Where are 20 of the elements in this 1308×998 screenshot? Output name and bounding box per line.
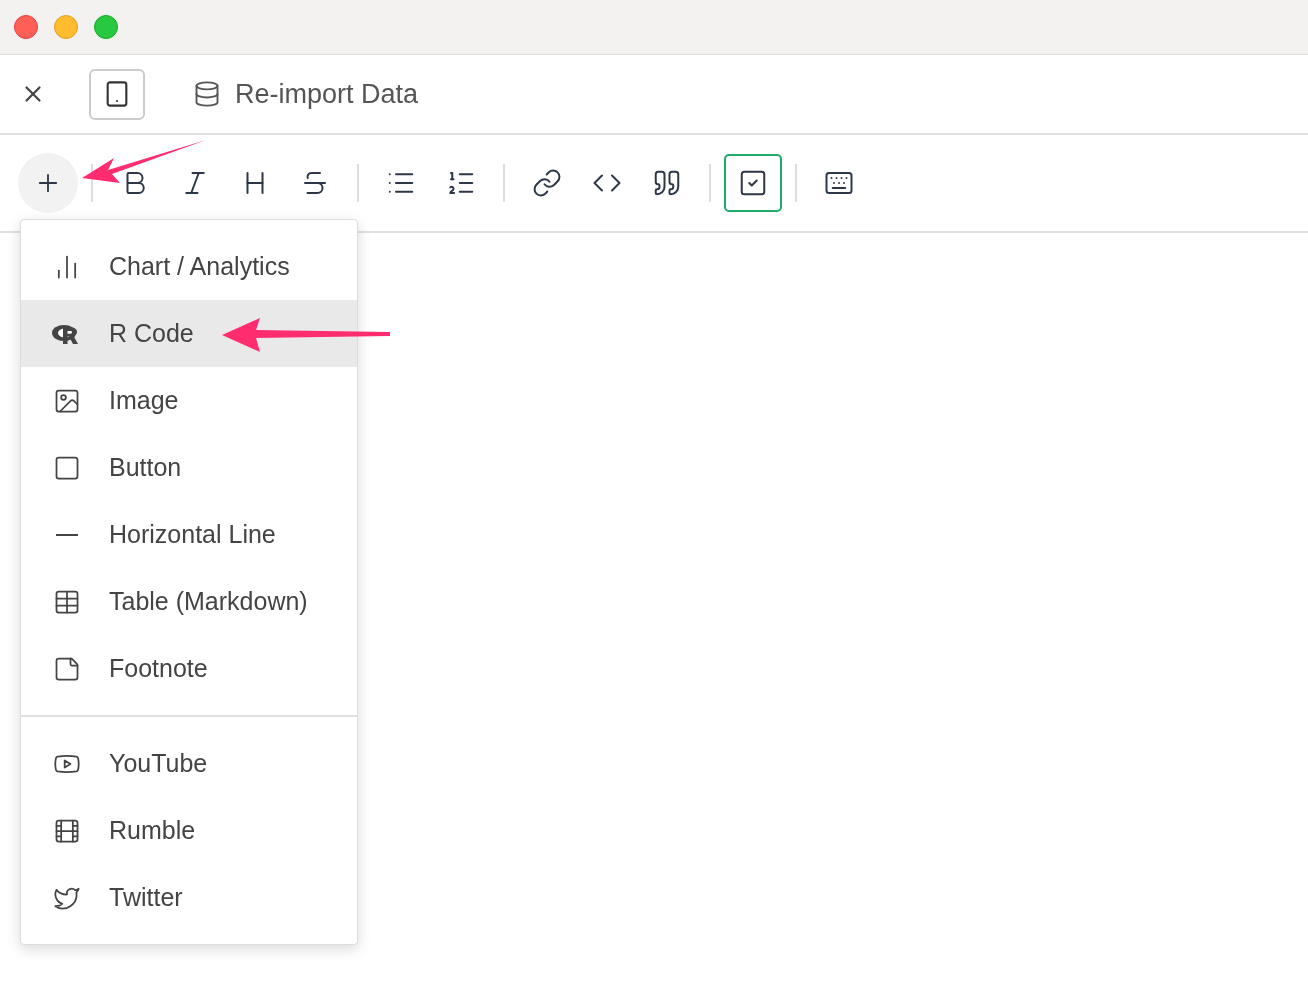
menu-item[interactable]: Horizontal Line <box>21 501 357 568</box>
minus-icon <box>56 533 78 536</box>
menu-item[interactable]: Chart / Analytics <box>21 233 357 300</box>
menu-item[interactable]: YouTube <box>21 730 357 797</box>
link-icon <box>532 168 562 198</box>
menu-item[interactable]: Twitter <box>21 864 357 931</box>
menu-item[interactable]: Rumble <box>21 797 357 864</box>
reimport-data-button[interactable]: Re-import Data <box>193 73 419 115</box>
checkbox-button[interactable] <box>724 154 782 212</box>
database-icon <box>193 80 221 108</box>
menu-item[interactable]: Button <box>21 434 357 501</box>
quote-icon <box>652 168 682 198</box>
menu-item[interactable]: Image <box>21 367 357 434</box>
menu-item[interactable]: R Code <box>21 300 357 367</box>
device-preview-button[interactable] <box>89 68 145 120</box>
close-window-button[interactable] <box>14 15 38 39</box>
checkbox-icon <box>738 168 768 198</box>
maximize-window-button[interactable] <box>94 15 118 39</box>
menu-item[interactable]: Footnote <box>21 635 357 702</box>
menu-item[interactable]: Table (Markdown) <box>21 568 357 635</box>
